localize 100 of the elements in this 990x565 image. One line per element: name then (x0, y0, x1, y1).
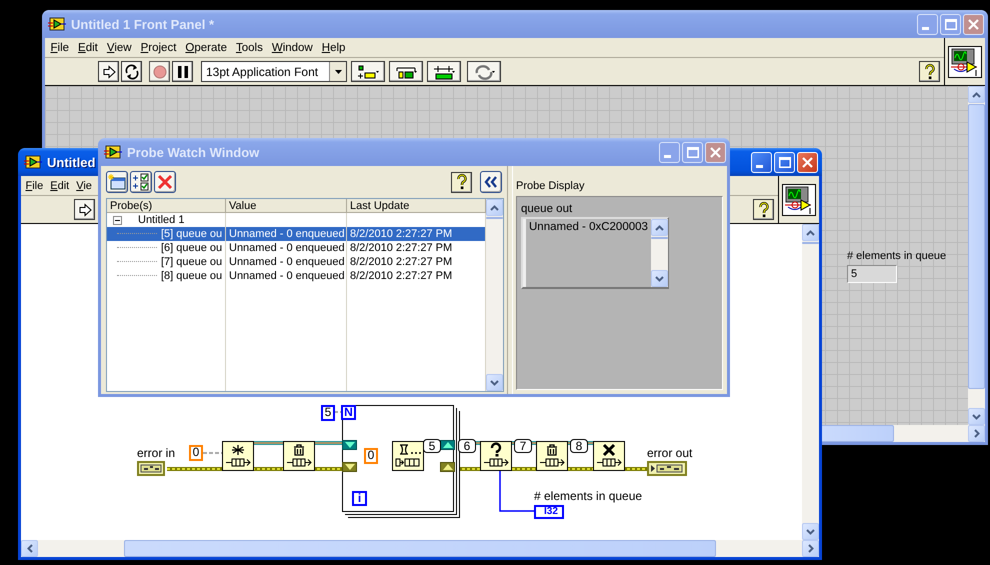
scroll-up-button[interactable] (802, 224, 819, 241)
window-title: Untitled 1 Front Panel * (71, 16, 214, 32)
scroll-left-button[interactable] (21, 540, 38, 557)
numeric-constant: 5 (321, 405, 335, 421)
menu-item[interactable]: Vie (72, 180, 96, 192)
new-window-icon (108, 174, 126, 190)
scrollbar[interactable] (486, 199, 503, 391)
numeric-wire (203, 452, 222, 454)
scroll-thumb[interactable] (820, 425, 894, 442)
scrollbar[interactable] (802, 224, 819, 540)
vi-icon[interactable] (948, 46, 982, 78)
maximize-icon (778, 156, 790, 168)
control-label: error in (137, 446, 176, 460)
indicator-label: # elements in queue (534, 489, 642, 503)
menu-item[interactable]: File (22, 180, 47, 192)
stop-icon (152, 64, 166, 78)
cluster-icon (140, 464, 162, 473)
run-continuously-button[interactable] (121, 61, 142, 82)
menu-item[interactable]: View (102, 42, 136, 54)
scroll-up-button[interactable] (650, 219, 668, 236)
close-icon (710, 146, 721, 158)
scrollbar[interactable] (21, 540, 819, 557)
scroll-down-button[interactable] (650, 270, 668, 287)
minimize-icon (922, 26, 929, 30)
control-label: queue out (521, 203, 574, 215)
table-cell: Unnamed - 0 enqueued (226, 269, 347, 283)
probe-row[interactable]: [5] queue ou Unnamed - 0 enqueued 8/2/2010 2:27:27 PM (107, 227, 486, 241)
objects-icon (357, 64, 379, 80)
align-objects-button[interactable] (351, 61, 385, 82)
table-cell: [8] queue ou (161, 269, 222, 283)
window-title: Probe Watch Window (127, 144, 260, 160)
numeric-constant: 0 (364, 448, 378, 464)
table-cell: [7] queue ou (161, 255, 222, 269)
distribute-objects-button[interactable] (389, 61, 423, 82)
menu-item[interactable]: Help (317, 42, 350, 54)
run-arrow-icon (102, 64, 116, 78)
question-icon (456, 174, 468, 190)
close-icon (157, 174, 173, 190)
probe-label: 8 (570, 439, 588, 453)
column-header[interactable]: Last Update (347, 199, 486, 213)
close-icon (968, 18, 979, 30)
scroll-thumb[interactable] (650, 237, 668, 239)
indicator-label: error out (647, 446, 692, 460)
run-button[interactable] (74, 199, 95, 220)
menu-item[interactable]: Project (136, 42, 181, 54)
maximize-icon (686, 146, 698, 158)
up-triangle-icon (442, 442, 452, 448)
cycle-arrows-icon (124, 64, 140, 80)
app-icon (104, 145, 122, 159)
resize-objects-button[interactable] (427, 61, 461, 82)
font-dropdown[interactable]: 13pt Application Font (201, 61, 347, 82)
scroll-up-button[interactable] (486, 199, 503, 216)
scroll-thumb[interactable] (802, 242, 819, 244)
count-wire (499, 471, 534, 512)
run-button[interactable] (98, 61, 119, 82)
window-title: Untitled (47, 154, 96, 170)
collapse-icon[interactable] (113, 216, 122, 224)
numeric-indicator-terminal: I32 (534, 505, 564, 519)
scrollbar[interactable] (650, 219, 668, 287)
scroll-thumb[interactable] (124, 540, 716, 557)
abort-button[interactable] (149, 61, 170, 82)
down-triangle-icon (344, 464, 354, 470)
probe-label: 6 (458, 439, 476, 453)
question-icon (924, 64, 936, 80)
scroll-right-button[interactable] (802, 540, 819, 557)
table-cell: Unnamed - 0 enqueued (226, 241, 347, 255)
help-button[interactable] (919, 61, 940, 82)
cluster-icon (650, 464, 684, 473)
menu-item[interactable]: Window (267, 42, 318, 54)
question-icon (758, 202, 770, 218)
scroll-down-button[interactable] (968, 408, 985, 425)
menu-item[interactable]: Edit (46, 180, 73, 192)
objects-icon (433, 64, 455, 80)
numeric-wire (334, 411, 342, 413)
scroll-up-button[interactable] (968, 86, 985, 103)
scroll-thumb[interactable] (968, 104, 985, 390)
reorder-button[interactable] (467, 61, 501, 82)
table-cell: [5] queue ou (161, 227, 222, 241)
help-button[interactable] (753, 199, 774, 220)
vi-icon[interactable] (782, 184, 816, 216)
tree-item[interactable]: Untitled 1 (138, 213, 184, 227)
menu-item[interactable]: Operate (180, 42, 232, 54)
scroll-down-button[interactable] (486, 374, 503, 391)
run-arrow-icon (78, 202, 92, 216)
minimize-icon (664, 154, 671, 158)
caret-icon (334, 70, 342, 74)
column-header[interactable]: Value (226, 199, 347, 213)
scroll-down-button[interactable] (802, 523, 819, 540)
scroll-right-button[interactable] (968, 425, 985, 442)
panel-heading: Probe Display (516, 180, 586, 194)
menu-item[interactable]: Edit (74, 42, 102, 54)
scroll-thumb[interactable] (486, 217, 503, 219)
column-header[interactable]: Probe(s) (107, 199, 226, 213)
menu-item[interactable]: Tools (231, 42, 268, 54)
pause-button[interactable] (172, 61, 193, 82)
indicator-label: # elements in queue (847, 250, 946, 262)
down-triangle-icon (344, 442, 354, 448)
menu-item[interactable]: File (46, 42, 74, 54)
table-cell: Unnamed - 0 enqueued (226, 227, 347, 241)
checklist-icon (132, 173, 150, 191)
